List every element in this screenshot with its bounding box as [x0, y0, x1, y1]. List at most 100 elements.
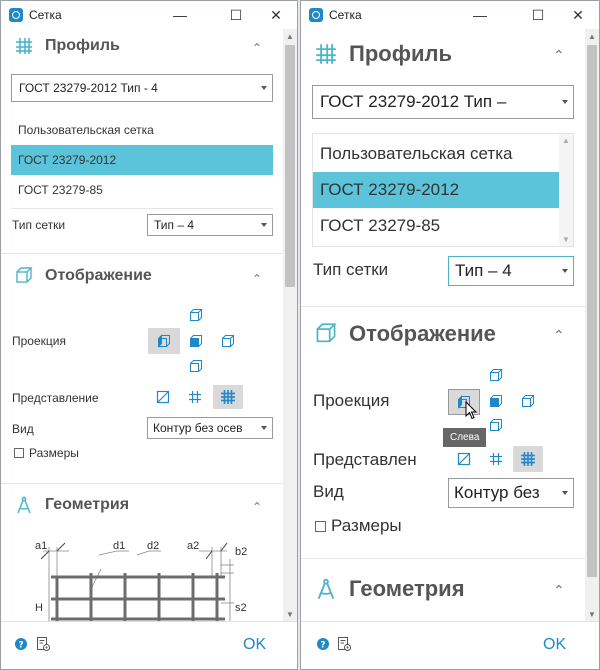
projection-right-icon[interactable] [520, 393, 536, 409]
representation-filled-icon[interactable] [154, 387, 172, 407]
list-item[interactable]: ГОСТ 23279-85 [313, 208, 559, 244]
projection-front-icon[interactable] [188, 333, 204, 349]
ok-button[interactable]: OK [243, 636, 266, 654]
standard-list[interactable]: Пользовательская сетка ГОСТ 23279-2012 Г… [312, 133, 574, 247]
minimize-button[interactable]: — [163, 1, 197, 29]
chevron-down-icon [261, 223, 267, 227]
ok-button[interactable]: OK [543, 636, 566, 654]
standard-list[interactable]: Пользовательская сетка ГОСТ 23279-2012 Г… [11, 115, 273, 203]
close-button[interactable]: ✕ [561, 1, 595, 29]
help-icon[interactable]: ? [13, 636, 29, 652]
diagram-label-d2: d2 [147, 540, 160, 552]
scroll-down-icon[interactable]: ▼ [283, 607, 297, 621]
representation-outline-icon[interactable] [186, 387, 204, 407]
projection-front-icon[interactable] [488, 393, 504, 409]
profile-section-header[interactable]: Профиль [15, 37, 120, 55]
scroll-down-icon[interactable]: ▼ [585, 607, 599, 621]
projection-top-icon[interactable] [188, 307, 204, 323]
projection-top-icon[interactable] [488, 367, 504, 383]
representation-grid-icon[interactable] [513, 446, 543, 472]
compass-icon [317, 578, 335, 600]
minimize-button[interactable]: — [463, 1, 497, 29]
representation-outline-icon[interactable] [487, 448, 505, 470]
display-section-header[interactable]: Отображение [315, 321, 496, 347]
projection-label: Проекция [313, 391, 390, 410]
dimensions-checkbox[interactable]: Размеры [14, 446, 79, 460]
grid-type-select[interactable]: Тип – 4 [448, 256, 574, 286]
list-scrollbar[interactable]: ▲ ▼ [559, 134, 573, 246]
geometry-title: Геометрия [349, 576, 465, 601]
diagram-label-h: H [35, 602, 43, 614]
projection-right-icon[interactable] [220, 333, 236, 349]
window-right: Сетка — ☐ ✕ ▲ ▼ Профиль ⌃ ГОСТ 23279-201… [300, 0, 600, 670]
view-label: Вид [12, 422, 34, 436]
checkbox-box[interactable] [14, 448, 24, 458]
grid-type-select[interactable]: Тип – 4 [147, 214, 273, 236]
view-label: Вид [313, 482, 344, 501]
projection-bottom-icon[interactable] [488, 417, 504, 433]
view-select[interactable]: Контур без осев [147, 417, 273, 439]
list-item-label: ГОСТ 23279-85 [320, 216, 441, 235]
projection-bottom-icon[interactable] [188, 358, 204, 374]
representation-label: Представлен [313, 450, 417, 469]
standard-select[interactable]: ГОСТ 23279-2012 Тип – [312, 85, 574, 119]
representation-grid-icon[interactable] [213, 385, 243, 409]
mesh-diagram [40, 542, 234, 627]
footer: ? OK [1, 621, 297, 669]
settings-doc-icon[interactable] [34, 635, 52, 653]
list-item[interactable]: ГОСТ 23279-2012 [313, 172, 559, 208]
display-title: Отображение [349, 321, 496, 346]
geometry-title: Геометрия [45, 496, 130, 513]
maximize-button[interactable]: ☐ [521, 1, 555, 29]
settings-doc-icon[interactable] [335, 635, 353, 653]
list-item[interactable]: ГОСТ 23279-2012 [11, 145, 273, 175]
collapse-chevron-icon[interactable]: ⌃ [553, 582, 565, 599]
scroll-up-icon[interactable]: ▲ [283, 29, 297, 43]
chevron-down-icon [562, 491, 568, 495]
dimensions-checkbox[interactable]: Размеры [315, 516, 402, 536]
collapse-chevron-icon[interactable]: ⌃ [252, 272, 262, 286]
scroll-thumb[interactable] [587, 45, 597, 577]
scrollbar[interactable]: ▲ ▼ [283, 29, 297, 621]
collapse-chevron-icon[interactable]: ⌃ [252, 500, 262, 514]
profile-section-header[interactable]: Профиль [315, 41, 452, 67]
scrollbar[interactable]: ▲ ▼ [585, 29, 599, 621]
standard-select[interactable]: ГОСТ 23279-2012 Тип - 4 [11, 74, 273, 102]
scroll-up-icon[interactable]: ▲ [585, 29, 599, 43]
checkbox-box[interactable] [315, 520, 326, 532]
divider [1, 483, 283, 484]
chevron-down-icon [562, 100, 568, 104]
collapse-chevron-icon[interactable]: ⌃ [553, 47, 565, 64]
scroll-thumb[interactable] [285, 45, 295, 287]
list-item-label: Пользовательская сетка [18, 123, 154, 137]
help-icon[interactable]: ? [315, 636, 331, 652]
collapse-chevron-icon[interactable]: ⌃ [553, 327, 565, 344]
standard-select-value: ГОСТ 23279-2012 Тип - 4 [19, 81, 158, 95]
mouse-cursor-icon [465, 401, 478, 420]
list-item[interactable]: Пользовательская сетка [313, 136, 559, 172]
title-bar[interactable]: Сетка — ☐ ✕ [1, 1, 297, 29]
scroll-down-icon[interactable]: ▼ [562, 235, 570, 244]
title-bar[interactable]: Сетка — ☐ ✕ [301, 1, 599, 29]
geometry-section-header[interactable]: Геометрия [15, 496, 129, 514]
collapse-chevron-icon[interactable]: ⌃ [252, 41, 262, 55]
diagram-label-a1: a1 [35, 540, 48, 552]
scroll-up-icon[interactable]: ▲ [562, 136, 570, 145]
list-item[interactable]: ГОСТ 23279-85 [11, 175, 273, 205]
projection-tooltip: Слева [443, 428, 487, 447]
cube-icon [316, 323, 337, 343]
projection-left-icon[interactable] [148, 328, 180, 354]
window-title: Сетка [29, 8, 62, 22]
list-item[interactable]: Пользовательская сетка [11, 115, 273, 145]
diagram-label-a2: a2 [187, 540, 200, 552]
geometry-section-header[interactable]: Геометрия [315, 576, 465, 602]
diagram-label-d1: d1 [113, 540, 126, 552]
representation-filled-icon[interactable] [455, 448, 473, 470]
maximize-button[interactable]: ☐ [219, 1, 253, 29]
compass-icon [17, 496, 31, 514]
display-section-header[interactable]: Отображение [15, 267, 152, 285]
window-title: Сетка [329, 8, 362, 22]
close-button[interactable]: ✕ [259, 1, 293, 29]
divider [301, 306, 585, 307]
view-select[interactable]: Контур без [448, 478, 574, 508]
